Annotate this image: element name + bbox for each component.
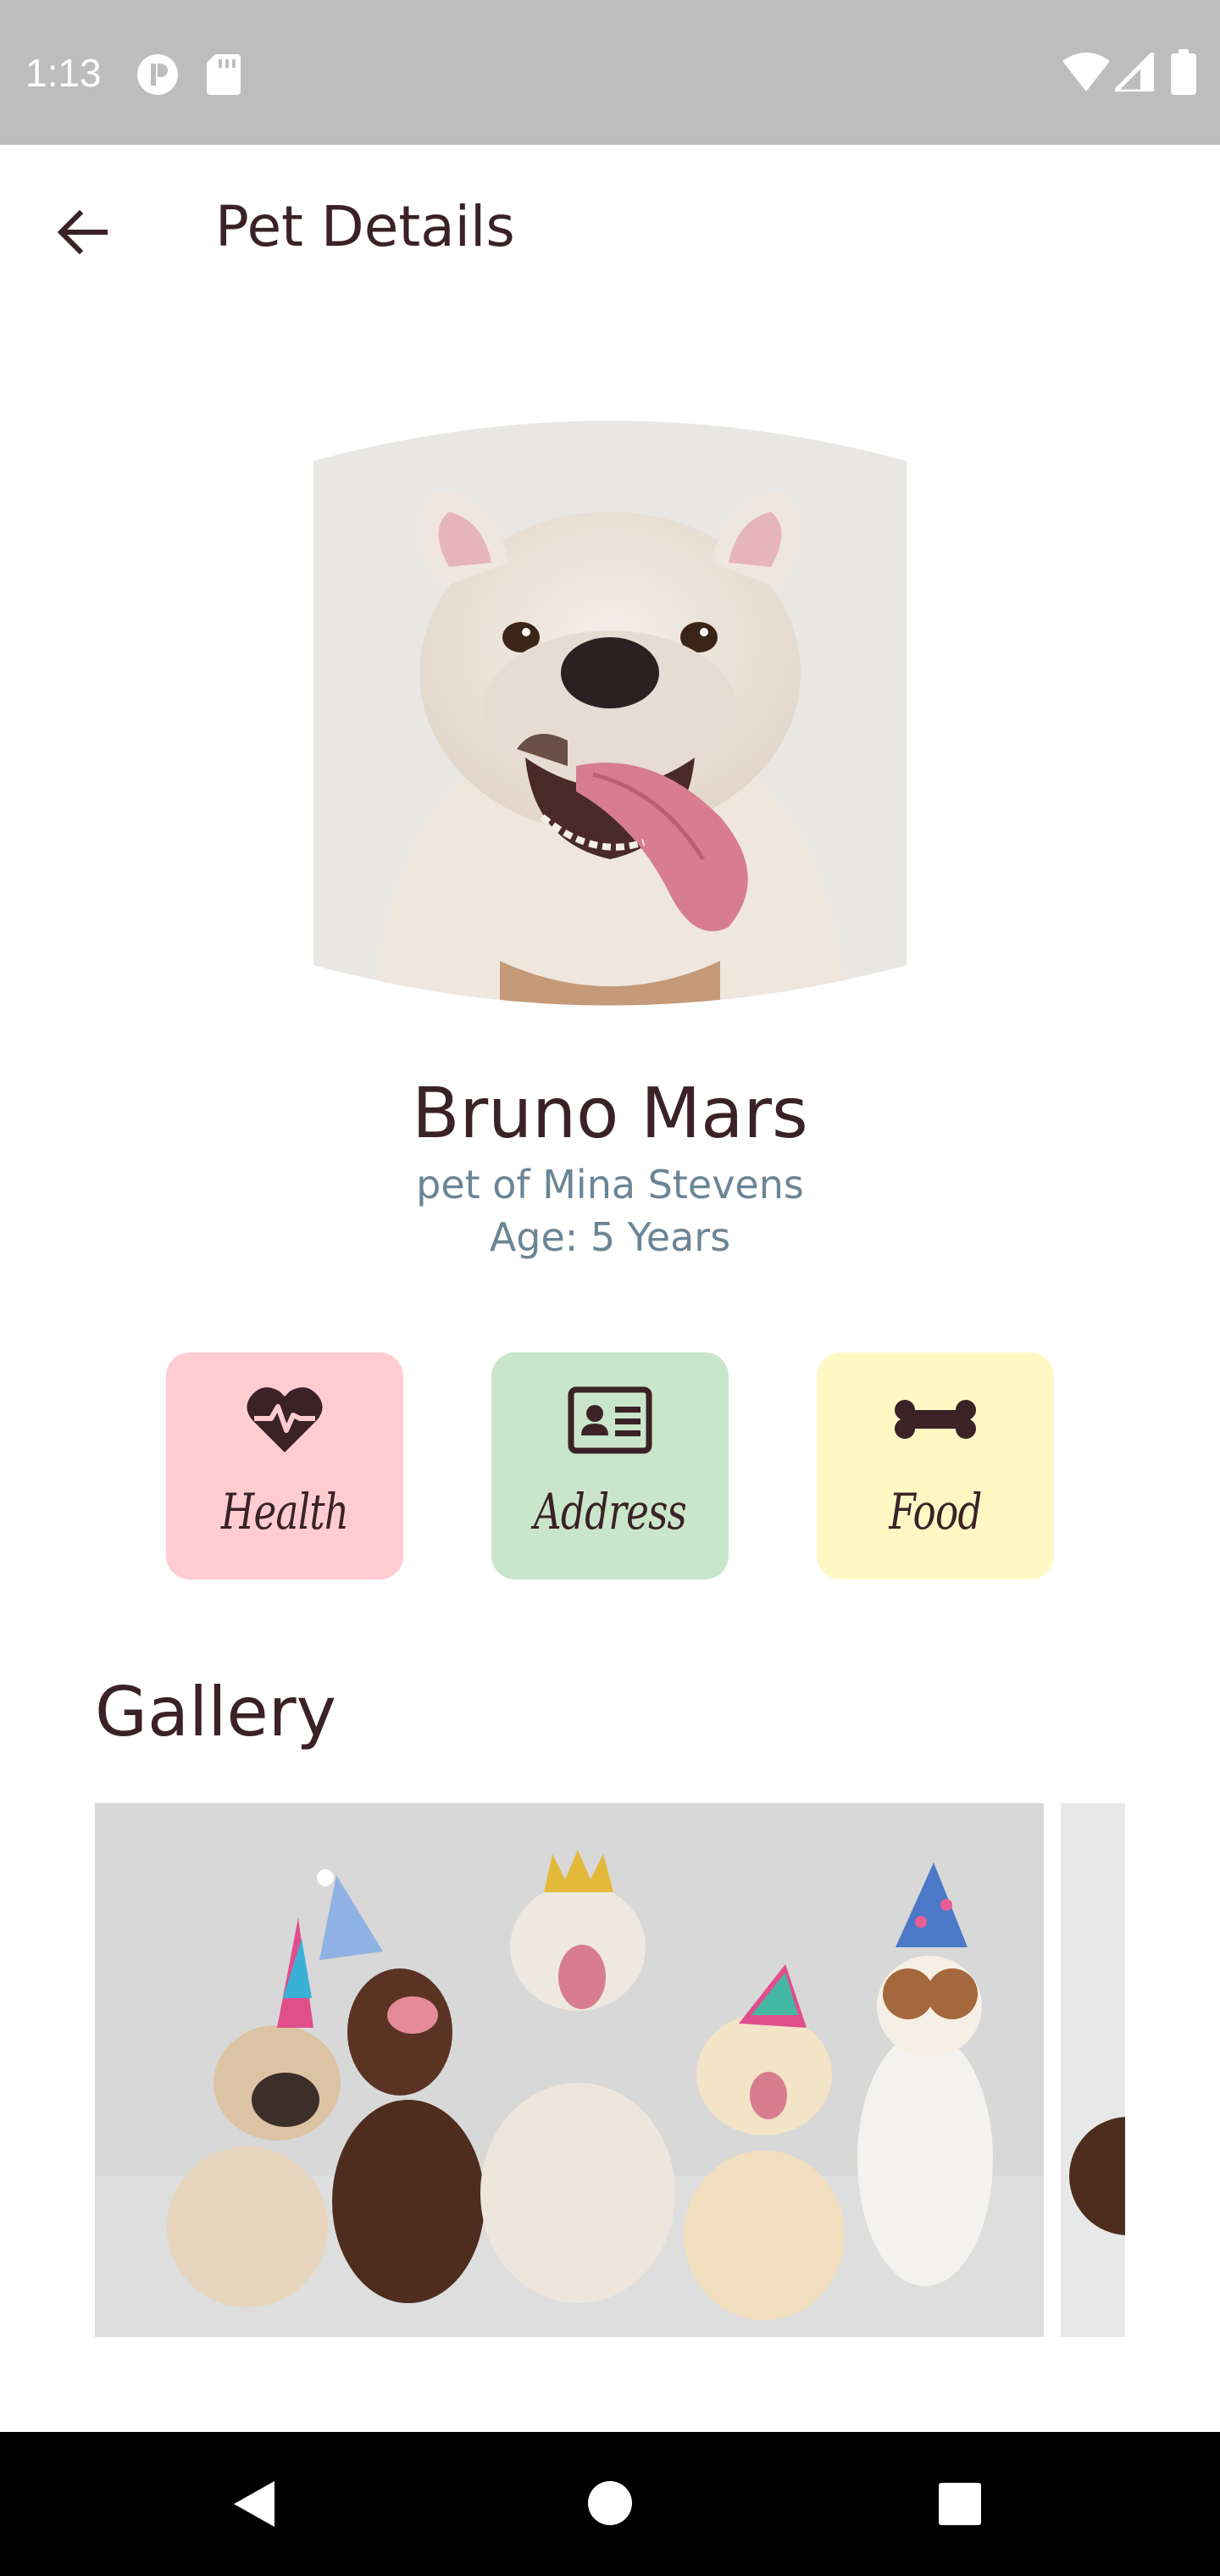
health-label: Health (220, 1483, 349, 1541)
wifi-icon (1062, 53, 1110, 92)
back-button[interactable] (42, 192, 124, 273)
gallery-carousel[interactable] (95, 1803, 1125, 2337)
id-card-icon (568, 1386, 652, 1454)
bone-icon (895, 1400, 976, 1439)
page-title: Pet Details (215, 194, 515, 259)
back-triangle-icon[interactable] (229, 2478, 281, 2530)
app-bar: Pet Details (0, 145, 1220, 306)
cellular-signal-icon (1115, 53, 1154, 92)
heart-pulse-icon (247, 1387, 323, 1452)
gallery-title: Gallery (95, 1673, 336, 1752)
navigation-bar (0, 2432, 1220, 2576)
recents-square-icon[interactable] (937, 2481, 983, 2527)
party-dogs-photo[interactable] (95, 1803, 1044, 2337)
pet-name: Bruno Mars (412, 1074, 808, 1154)
pet-age: Age: 5 Years (489, 1214, 731, 1260)
pet-photo (313, 420, 907, 1006)
food-label: Food (889, 1483, 982, 1541)
address-button[interactable]: Address (491, 1352, 729, 1579)
health-button[interactable]: Health (166, 1352, 403, 1579)
status-time: 1:13 (25, 51, 102, 95)
battery-icon (1171, 49, 1196, 95)
home-circle-icon[interactable] (586, 2479, 634, 2527)
dog-photo[interactable] (1061, 1803, 1125, 2337)
food-button[interactable]: Food (817, 1352, 1054, 1579)
pet-owner: pet of Mina Stevens (416, 1162, 804, 1208)
status-bar: 1:13 (0, 0, 1220, 145)
arrow-left-icon (57, 209, 108, 255)
sd-card-icon (207, 54, 241, 95)
address-label: Address (534, 1483, 687, 1541)
pet-details-screen: 1:13 Pet Details Bruno Mars pet of Mina … (0, 0, 1220, 2576)
app-notification-icon (137, 54, 178, 95)
